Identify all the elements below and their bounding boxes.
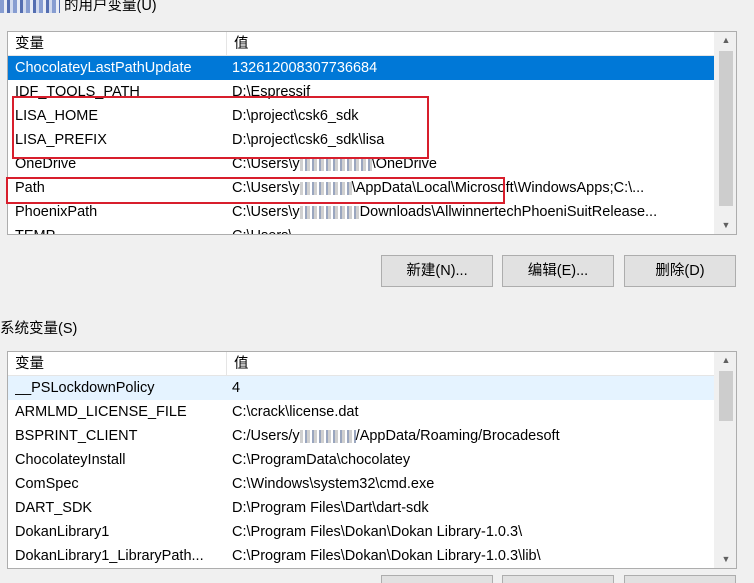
var-value: 132612008307736684 <box>232 60 378 76</box>
user-vars-list[interactable]: 变量 值 ChocolateyLastPathUpdate 1326120083… <box>7 31 737 235</box>
delete-system-var-button[interactable] <box>624 575 736 583</box>
system-vars-header: 变量 值 <box>8 352 714 376</box>
var-value: D:\Program Files\Dart\dart-sdk <box>232 500 429 516</box>
var-value: 4 <box>232 380 241 396</box>
var-value: C:\ProgramData\chocolatey <box>232 452 411 468</box>
table-row[interactable]: DART_SDK D:\Program Files\Dart\dart-sdk <box>8 496 714 520</box>
table-row[interactable]: LISA_HOME D:\project\csk6_sdk <box>8 104 714 128</box>
column-header-value[interactable]: 值 <box>227 32 714 56</box>
var-name: ChocolateyInstall <box>15 452 126 468</box>
scroll-up-icon[interactable]: ▲ <box>715 32 736 49</box>
var-value: D:\Espressif <box>232 84 311 100</box>
table-row[interactable]: __PSLockdownPolicy 4 <box>8 376 714 400</box>
table-row[interactable]: ChocolateyLastPathUpdate 132612008307736… <box>8 56 714 80</box>
redacted-username-image <box>0 0 60 14</box>
var-name: DART_SDK <box>15 500 93 516</box>
user-vars-scrollbar[interactable]: ▲ ▼ <box>714 32 736 234</box>
var-name: ChocolateyLastPathUpdate <box>15 60 192 76</box>
redacted-username <box>299 181 352 195</box>
var-value: C:\Users\y Downloads\AllwinnertechPhoeniS… <box>232 204 658 220</box>
var-value: C:\Users\y \OneDrive <box>232 156 437 172</box>
column-header-value[interactable]: 值 <box>227 352 714 376</box>
user-vars-group-title: 的用户变量(U) <box>0 0 157 14</box>
system-vars-scrollbar[interactable]: ▲ ▼ <box>714 352 736 568</box>
var-name: IDF_TOOLS_PATH <box>15 84 140 100</box>
scroll-down-icon[interactable]: ▼ <box>715 217 736 234</box>
edit-user-var-button[interactable]: 编辑(E)... <box>502 255 614 287</box>
var-name: Path <box>15 180 45 196</box>
system-vars-list[interactable]: 变量 值 __PSLockdownPolicy 4 ARMLMD_LICENSE… <box>7 351 737 569</box>
redacted-username <box>299 205 360 219</box>
column-header-name[interactable]: 变量 <box>8 32 227 56</box>
var-name: DokanLibrary1 <box>15 524 110 540</box>
scroll-down-icon[interactable]: ▼ <box>715 551 736 568</box>
var-name: DokanLibrary1_LibraryPath... <box>15 548 204 564</box>
table-row[interactable]: DokanLibrary1 C:\Program Files\Dokan\Dok… <box>8 520 714 544</box>
table-row[interactable]: OneDrive C:\Users\y \OneDrive <box>8 152 714 176</box>
var-name: TEMP <box>15 224 225 234</box>
var-name: OneDrive <box>15 156 77 172</box>
scroll-thumb[interactable] <box>719 51 733 206</box>
table-row[interactable]: TEMP C:\Users\... <box>8 224 714 234</box>
table-row[interactable]: PhoenixPath C:\Users\y Downloads\Allwinne… <box>8 200 714 224</box>
scroll-up-icon[interactable]: ▲ <box>715 352 736 369</box>
column-header-name[interactable]: 变量 <box>8 352 227 376</box>
var-value: D:\project\csk6_sdk\lisa <box>232 132 385 148</box>
redacted-username <box>299 429 356 443</box>
var-value: C:\Program Files\Dokan\Dokan Library-1.0… <box>232 524 523 540</box>
var-name: LISA_PREFIX <box>15 132 107 148</box>
var-name: BSPRINT_CLIENT <box>15 428 138 444</box>
redacted-username <box>299 157 372 171</box>
scroll-thumb[interactable] <box>719 371 733 421</box>
var-value: C:\Users\y \AppData\Local\Microsoft\Windo… <box>232 180 645 196</box>
var-name: __PSLockdownPolicy <box>15 380 155 396</box>
var-value: C:\crack\license.dat <box>232 404 359 420</box>
system-vars-group-title: 系统变量(S) <box>0 321 78 337</box>
table-row[interactable]: LISA_PREFIX D:\project\csk6_sdk\lisa <box>8 128 714 152</box>
delete-user-var-button[interactable]: 删除(D) <box>624 255 736 287</box>
var-value: D:\project\csk6_sdk <box>232 108 359 124</box>
edit-system-var-button[interactable] <box>502 575 614 583</box>
new-system-var-button[interactable] <box>381 575 493 583</box>
var-value: C:\Program Files\Dokan\Dokan Library-1.0… <box>232 548 541 564</box>
table-row[interactable]: IDF_TOOLS_PATH D:\Espressif <box>8 80 714 104</box>
user-vars-header: 变量 值 <box>8 32 714 56</box>
table-row[interactable]: BSPRINT_CLIENT C:/Users/y/AppData/Roamin… <box>8 424 714 448</box>
var-value: C:\Windows\system32\cmd.exe <box>232 476 435 492</box>
var-name: ARMLMD_LICENSE_FILE <box>15 404 187 420</box>
var-name: ComSpec <box>15 476 79 492</box>
new-user-var-button[interactable]: 新建(N)... <box>381 255 493 287</box>
var-value: C:\Users\... <box>232 224 710 234</box>
table-row[interactable]: ARMLMD_LICENSE_FILE C:\crack\license.dat <box>8 400 714 424</box>
var-name: PhoenixPath <box>15 204 98 220</box>
var-value: C:/Users/y/AppData/Roaming/Brocadesoft <box>232 428 560 444</box>
table-row[interactable]: Path C:\Users\y \AppData\Local\Microsoft\… <box>8 176 714 200</box>
var-name: LISA_HOME <box>15 108 98 124</box>
table-row[interactable]: ChocolateyInstall C:\ProgramData\chocola… <box>8 448 714 472</box>
table-row[interactable]: DokanLibrary1_LibraryPath... C:\Program … <box>8 544 714 568</box>
table-row[interactable]: ComSpec C:\Windows\system32\cmd.exe <box>8 472 714 496</box>
